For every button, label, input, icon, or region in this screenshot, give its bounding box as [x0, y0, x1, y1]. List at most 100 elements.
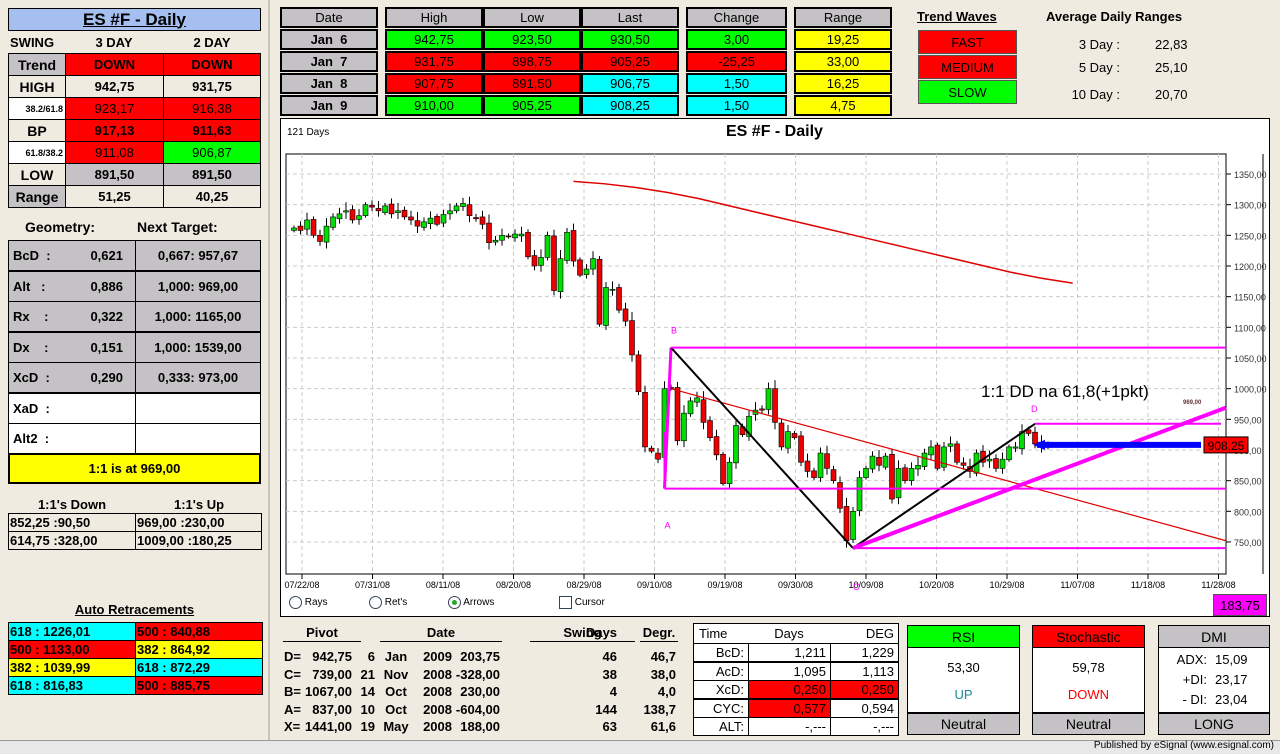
- rsi-status: Neutral: [908, 712, 1019, 734]
- candle-body: [804, 460, 811, 472]
- swing-2day-value: 931,75: [163, 75, 261, 98]
- pivot-header-date: Date: [380, 624, 502, 642]
- y-tick-label: 1050,00: [1234, 354, 1267, 364]
- swing-label: SWING: [10, 35, 55, 50]
- candle-body: [765, 388, 772, 410]
- pivot-days: 38: [602, 666, 617, 682]
- candle-body: [538, 257, 544, 266]
- swing-2day-value: 40,25: [163, 185, 261, 208]
- candle-body: [811, 470, 817, 478]
- chart-option-rets[interactable]: Ret's: [369, 596, 407, 609]
- one-to-one-summary: 1:1 is at 969,00: [8, 453, 261, 484]
- x-tick-label: 10/29/08: [989, 580, 1024, 590]
- quote-high: 942,75: [385, 29, 483, 50]
- y-tick-label: 950,00: [1234, 415, 1262, 425]
- chart-option-arrows[interactable]: Arrows: [448, 596, 494, 609]
- geometry-row-value: 0,151: [90, 339, 123, 355]
- pivot-degr: 4,0: [657, 684, 676, 699]
- ones-up-value: 1009,00 :180,25: [135, 531, 262, 550]
- quote-header-high: High: [385, 7, 483, 28]
- footer-credit[interactable]: Published by eSignal (www.esignal.com): [1094, 740, 1274, 751]
- candle-body: [577, 259, 583, 276]
- time-row-deg: 0,250: [830, 680, 899, 699]
- candle-body: [856, 477, 863, 512]
- chart-option-label: Cursor: [572, 597, 605, 609]
- candle-body: [297, 225, 304, 231]
- geometry-row-value: 0,886: [90, 278, 123, 294]
- quote-low: 891,50: [483, 73, 581, 94]
- quote-change: 3,00: [686, 29, 787, 50]
- radio-icon[interactable]: [448, 596, 461, 609]
- retracement-level: 500 : 885,75: [135, 676, 263, 695]
- quote-date: Jan 7: [280, 51, 378, 72]
- time-row-days: -,---: [748, 717, 831, 736]
- candle-body: [921, 452, 928, 467]
- candle-body: [850, 511, 856, 540]
- swing-row-label: Trend: [8, 53, 66, 76]
- pivot-day: 21: [360, 666, 375, 682]
- checkbox-icon[interactable]: [559, 596, 572, 609]
- candle-body: [330, 216, 336, 228]
- radio-icon[interactable]: [369, 596, 382, 609]
- y-tick-label: 1000,00: [1234, 385, 1267, 395]
- candle-body: [323, 225, 330, 243]
- pivot-label: C: [853, 582, 860, 592]
- candle-body: [499, 235, 505, 241]
- candle-body: [408, 216, 414, 221]
- y-tick-label: 1150,00: [1234, 293, 1266, 303]
- price-chart[interactable]: 750,00800,00850,00900,00950,001000,00105…: [281, 119, 1271, 618]
- quote-change: -25,25: [686, 51, 787, 72]
- candle-body: [304, 219, 310, 230]
- candle-body: [778, 422, 785, 448]
- time-row-deg: 0,594: [830, 698, 899, 718]
- pivot-header-days: Days: [583, 624, 620, 642]
- candle-body: [310, 219, 317, 236]
- pivot-day: 14: [360, 684, 375, 699]
- candle-body: [954, 443, 960, 463]
- pivot-header-degr: Degr.: [640, 624, 678, 642]
- minus-di-value: 23,04: [1215, 692, 1248, 707]
- geometry-row-name: Alt2 :: [8, 423, 136, 454]
- candle-body: [713, 436, 720, 456]
- pivot-label: B: [671, 326, 677, 336]
- pivot-swing: 203,75: [460, 649, 500, 664]
- candle-body: [837, 482, 843, 509]
- bc-leg: [670, 346, 854, 549]
- candle-body: [759, 408, 765, 411]
- quote-header-date: Date: [280, 7, 378, 28]
- quote-range: 16,25: [794, 73, 892, 94]
- stochastic-title: Stochastic: [1033, 626, 1144, 648]
- geometry-next-target: 1,000: 969,00: [135, 270, 261, 302]
- time-row-name: BcD:: [693, 643, 749, 662]
- pivot-day: 19: [360, 719, 375, 734]
- stochastic-panel: Stochastic 59,78 DOWN Neutral: [1032, 625, 1145, 735]
- stochastic-status: Neutral: [1033, 712, 1144, 734]
- geometry-row-name: XcD :0,290: [8, 362, 136, 393]
- pivot-month: Nov: [383, 666, 409, 682]
- chart-option-rays[interactable]: Rays: [289, 596, 328, 609]
- stochastic-value: 59,78: [1072, 660, 1105, 675]
- quote-high: 910,00: [385, 95, 483, 116]
- dmi-panel: DMI ADX: 15,09 +DI: 23,17 - DI: 23,04 LO…: [1158, 625, 1270, 735]
- pivot-degr: 61,6: [650, 719, 676, 734]
- time-row-days: 1,095: [748, 661, 831, 681]
- candle-body: [557, 258, 564, 293]
- time-row-name: AcD:: [693, 661, 749, 681]
- retracement-level: 618 : 816,83: [8, 676, 136, 695]
- time-header-days: Days: [774, 626, 804, 641]
- x-tick-label: 09/10/08: [637, 580, 672, 590]
- candle-body: [590, 258, 596, 270]
- candle-body: [460, 203, 466, 207]
- x-tick-label: 11/07/08: [1060, 580, 1094, 590]
- candle-body: [889, 453, 895, 500]
- x-tick-label: 08/20/08: [496, 580, 531, 590]
- radio-icon[interactable]: [289, 596, 302, 609]
- candle-body: [382, 205, 388, 213]
- trend-wave-fast: FAST: [918, 30, 1017, 54]
- time-row-deg: 1,229: [830, 643, 899, 662]
- chart-option-cursor[interactable]: Cursor: [559, 596, 605, 609]
- time-row-name: ALT:: [693, 717, 749, 736]
- candle-body: [622, 308, 629, 322]
- candle-body: [551, 235, 557, 291]
- pivot-days: 63: [602, 719, 617, 734]
